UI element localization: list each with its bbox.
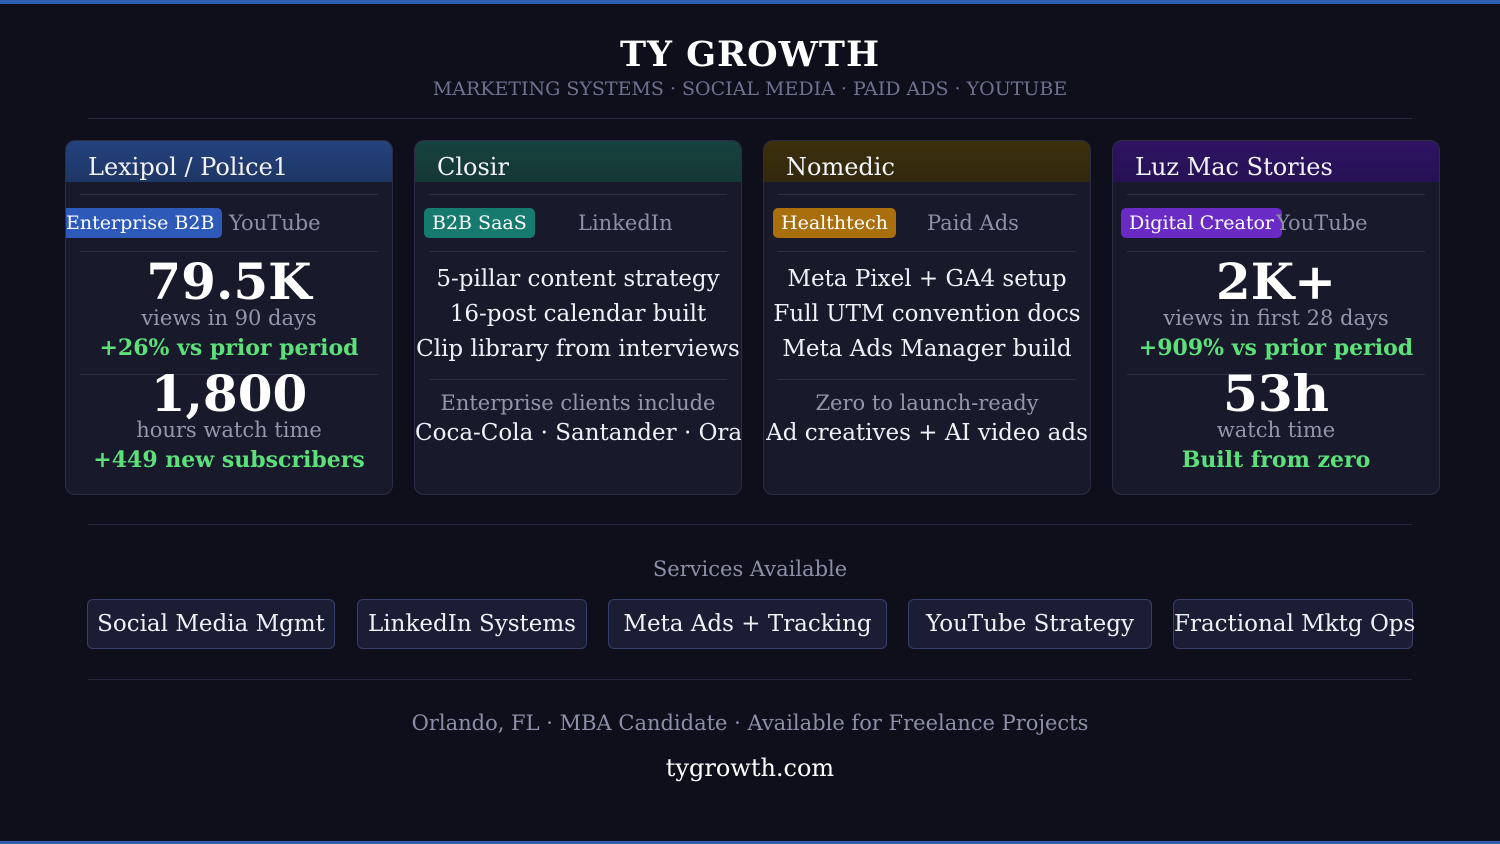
brand-tagline: MARKETING SYSTEMS · SOCIAL MEDIA · PAID …: [432, 78, 1068, 100]
client-name: Nomedic: [786, 153, 895, 181]
platform-label: Paid Ads: [927, 211, 1019, 235]
case-card-closir: Closir B2B SaaS LinkedIn 5-pillar conten…: [414, 140, 742, 495]
case-card-luz-mac-stories: Luz Mac Stories Digital Creator YouTube …: [1112, 140, 1440, 495]
service-meta-ads-tracking[interactable]: Meta Ads + Tracking: [608, 599, 887, 649]
stat-views-label: views in 90 days: [141, 306, 317, 330]
category-badge: Enterprise B2B: [66, 208, 223, 238]
stat-watch-hours: 1,800: [150, 364, 308, 423]
card-footnote: Zero to launch-ready: [815, 391, 1039, 415]
platform-label: YouTube: [229, 211, 321, 235]
website-link[interactable]: tygrowth.com: [0, 754, 1500, 782]
card-footnote: Enterprise clients include: [440, 391, 716, 415]
divider: [88, 679, 1412, 680]
case-card-lexipol: Lexipol / Police1 Enterprise B2B YouTube…: [65, 140, 393, 495]
divider: [429, 194, 727, 195]
client-name: Luz Mac Stories: [1135, 153, 1333, 181]
case-card-nomedic: Nomedic Healthtech Paid Ads Meta Pixel +…: [763, 140, 1091, 495]
stat-subscribers-growth: +449 new subscribers: [93, 447, 365, 473]
category-badge: B2B SaaS: [424, 208, 535, 238]
platform-label: LinkedIn: [578, 211, 673, 235]
service-fractional-mktg-ops[interactable]: Fractional Mktg Ops: [1173, 599, 1415, 649]
footer-info: Orlando, FL · MBA Candidate · Available …: [411, 711, 1089, 735]
divider: [80, 194, 378, 195]
divider: [1127, 194, 1425, 195]
services-heading: Services Available: [652, 557, 848, 581]
divider: [778, 194, 1076, 195]
divider: [429, 251, 727, 252]
service-linkedin-systems[interactable]: LinkedIn Systems: [357, 599, 587, 649]
divider: [778, 251, 1076, 252]
deliverable-line: Meta Ads Manager build: [782, 336, 1072, 362]
deliverable-line: 5-pillar content strategy: [436, 266, 720, 292]
divider: [429, 379, 727, 380]
stat-views-growth: +26% vs prior period: [99, 335, 359, 361]
stat-views-label: views in first 28 days: [1163, 306, 1389, 330]
top-accent-bar: [0, 0, 1500, 4]
deliverable-line: Meta Pixel + GA4 setup: [787, 266, 1067, 292]
divider: [88, 118, 1412, 119]
stat-watch-hours-label: hours watch time: [136, 418, 322, 442]
platform-label: YouTube: [1276, 211, 1368, 235]
deliverable-line: 16-post calendar built: [449, 301, 707, 327]
card-highlight: Ad creatives + AI video ads: [766, 420, 1088, 446]
stat-views-growth: +909% vs prior period: [1138, 335, 1414, 361]
stat-views: 2K+: [1215, 252, 1337, 311]
divider: [778, 379, 1076, 380]
client-name: Closir: [437, 153, 509, 181]
category-badge: Healthtech: [773, 208, 896, 238]
service-youtube-strategy[interactable]: YouTube Strategy: [908, 599, 1152, 649]
category-badge: Digital Creator: [1121, 208, 1282, 238]
stat-watch-hours: 53h: [1223, 364, 1329, 423]
stat-views: 79.5K: [146, 252, 312, 311]
client-name: Lexipol / Police1: [88, 153, 289, 181]
stat-watch-hours-label: watch time: [1216, 418, 1336, 442]
stat-watch-growth: Built from zero: [1181, 447, 1371, 473]
deliverable-line: Clip library from interviews: [416, 336, 740, 362]
card-highlight: Coca-Cola · Santander · Orange: [415, 420, 742, 446]
service-social-media-mgmt[interactable]: Social Media Mgmt: [87, 599, 335, 649]
deliverable-line: Full UTM convention docs: [773, 301, 1081, 327]
divider: [88, 524, 1412, 525]
brand-title: TY GROWTH: [619, 34, 881, 75]
